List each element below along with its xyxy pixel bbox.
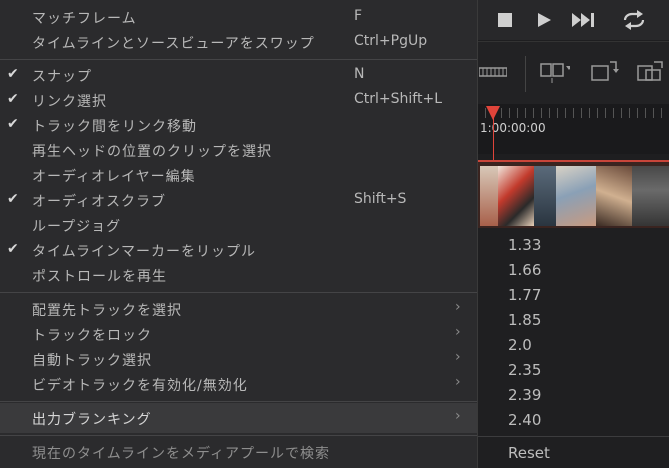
menu-item-shortcut: Shift+S bbox=[354, 191, 407, 207]
menu-item-label: 自動トラック選択 bbox=[32, 353, 152, 369]
clip-thumbnail bbox=[534, 166, 556, 226]
menu-item-label: 現在のタイムラインをメディアプールで検索 bbox=[32, 446, 331, 462]
clip-thumbnail bbox=[632, 166, 669, 226]
menu-item-match-frame[interactable]: マッチフレーム F bbox=[0, 5, 477, 30]
submenu-item-reset[interactable]: Reset bbox=[508, 444, 550, 462]
clip-thumbnail bbox=[498, 166, 534, 226]
menu-item-audio-scrubbing[interactable]: ✔ オーディオスクラブ Shift+S bbox=[0, 188, 477, 213]
menu-separator bbox=[0, 59, 477, 60]
menu-separator bbox=[0, 401, 477, 402]
submenu-item-2-40[interactable]: 2.40 bbox=[508, 411, 541, 429]
menu-item-linked-selection[interactable]: ✔ リンク選択 Ctrl+Shift+L bbox=[0, 88, 477, 113]
next-clip-icon[interactable] bbox=[571, 10, 599, 30]
replace-icon[interactable] bbox=[590, 59, 620, 85]
menu-item-label: トラックをロック bbox=[32, 328, 152, 344]
checkmark-icon: ✔ bbox=[7, 91, 19, 107]
checkmark-icon: ✔ bbox=[7, 241, 19, 257]
submenu-arrow-icon: › bbox=[455, 324, 461, 340]
menu-separator bbox=[0, 435, 477, 436]
menu-item-label: トラック間をリンク移動 bbox=[32, 119, 197, 135]
clip-thumbnails bbox=[480, 166, 669, 226]
menu-item-shortcut: F bbox=[354, 8, 363, 24]
menu-separator bbox=[0, 292, 477, 293]
checkmark-icon: ✔ bbox=[7, 191, 19, 207]
menu-item-label: オーディオスクラブ bbox=[32, 194, 167, 210]
menu-item-output-blanking[interactable]: 出力ブランキング › bbox=[0, 403, 477, 433]
submenu-item-1-66[interactable]: 1.66 bbox=[508, 261, 541, 279]
play-icon[interactable] bbox=[535, 10, 553, 30]
menu-item-snap[interactable]: ✔ スナップ N bbox=[0, 63, 477, 88]
submenu-item-1-77[interactable]: 1.77 bbox=[508, 286, 541, 304]
clip-thumbnail bbox=[556, 166, 596, 226]
menu-item-linked-move-across-tracks[interactable]: ✔ トラック間をリンク移動 bbox=[0, 113, 477, 138]
menu-item-select-destination-track[interactable]: 配置先トラックを選択 › bbox=[0, 297, 477, 322]
dynamic-trim-icon[interactable] bbox=[540, 59, 570, 85]
toolbar-divider bbox=[525, 56, 526, 92]
menu-item-enable-video-tracks[interactable]: ビデオトラックを有効化/無効化 › bbox=[0, 372, 477, 397]
ruler-timecode: 1:00:00:00 bbox=[480, 121, 546, 135]
menu-item-select-clips-at-playhead[interactable]: 再生ヘッドの位置のクリップを選択 bbox=[0, 138, 477, 163]
menu-item-label: タイムラインとソースビューアをスワップ bbox=[32, 36, 315, 52]
menu-item-ripple-timeline-markers[interactable]: ✔ タイムラインマーカーをリップル bbox=[0, 238, 477, 263]
stop-icon[interactable] bbox=[496, 10, 514, 30]
submenu-item-2-0[interactable]: 2.0 bbox=[508, 336, 532, 354]
menu-item-label: マッチフレーム bbox=[32, 11, 137, 27]
submenu-arrow-icon: › bbox=[455, 299, 461, 315]
menu-item-label: 配置先トラックを選択 bbox=[32, 303, 182, 319]
submenu-item-2-39[interactable]: 2.39 bbox=[508, 386, 541, 404]
menu-item-shortcut: N bbox=[354, 66, 365, 82]
clip-thumbnail bbox=[480, 166, 498, 226]
menu-item-shortcut: Ctrl+Shift+L bbox=[354, 91, 442, 107]
menu-item-find-in-media-pool[interactable]: 現在のタイムラインをメディアプールで検索 bbox=[0, 440, 477, 465]
submenu-arrow-icon: › bbox=[455, 408, 461, 424]
menu-item-lock-track[interactable]: トラックをロック › bbox=[0, 322, 477, 347]
menu-item-loop-jog[interactable]: ループジョグ bbox=[0, 213, 477, 238]
output-blanking-submenu bbox=[478, 229, 669, 468]
menu-item-label: 再生ヘッドの位置のクリップを選択 bbox=[32, 144, 272, 160]
menu-item-label: ビデオトラックを有効化/無効化 bbox=[32, 378, 248, 394]
menu-item-audio-layer-editing[interactable]: オーディオレイヤー編集 bbox=[0, 163, 477, 188]
menu-item-label: スナップ bbox=[32, 69, 92, 85]
menu-item-label: ポストロールを再生 bbox=[32, 269, 167, 285]
clip-thumbnail bbox=[596, 166, 632, 226]
overwrite-icon[interactable] bbox=[636, 59, 666, 85]
submenu-arrow-icon: › bbox=[455, 349, 461, 365]
menu-item-shortcut: Ctrl+PgUp bbox=[354, 33, 428, 49]
trim-tool-icon[interactable] bbox=[478, 59, 508, 85]
checkmark-icon: ✔ bbox=[7, 116, 19, 132]
menu-item-auto-track-select[interactable]: 自動トラック選択 › bbox=[0, 347, 477, 372]
submenu-arrow-icon: › bbox=[455, 374, 461, 390]
loop-icon[interactable] bbox=[620, 10, 648, 30]
menu-item-label: リンク選択 bbox=[32, 94, 107, 110]
submenu-separator bbox=[478, 436, 669, 437]
submenu-item-2-35[interactable]: 2.35 bbox=[508, 361, 541, 379]
menu-item-label: ループジョグ bbox=[32, 219, 122, 235]
submenu-item-1-85[interactable]: 1.85 bbox=[508, 311, 541, 329]
ruler-ticks bbox=[477, 108, 669, 118]
playhead-handle[interactable] bbox=[486, 106, 500, 120]
menu-item-label: 出力ブランキング bbox=[32, 412, 152, 428]
checkmark-icon: ✔ bbox=[7, 66, 19, 82]
menu-item-play-post-roll[interactable]: ポストロールを再生 bbox=[0, 263, 477, 288]
menu-item-swap-viewer[interactable]: タイムラインとソースビューアをスワップ Ctrl+PgUp bbox=[0, 30, 477, 55]
submenu-item-1-33[interactable]: 1.33 bbox=[508, 236, 541, 254]
menu-item-label: タイムラインマーカーをリップル bbox=[32, 244, 257, 260]
menu-item-label: オーディオレイヤー編集 bbox=[32, 169, 196, 185]
